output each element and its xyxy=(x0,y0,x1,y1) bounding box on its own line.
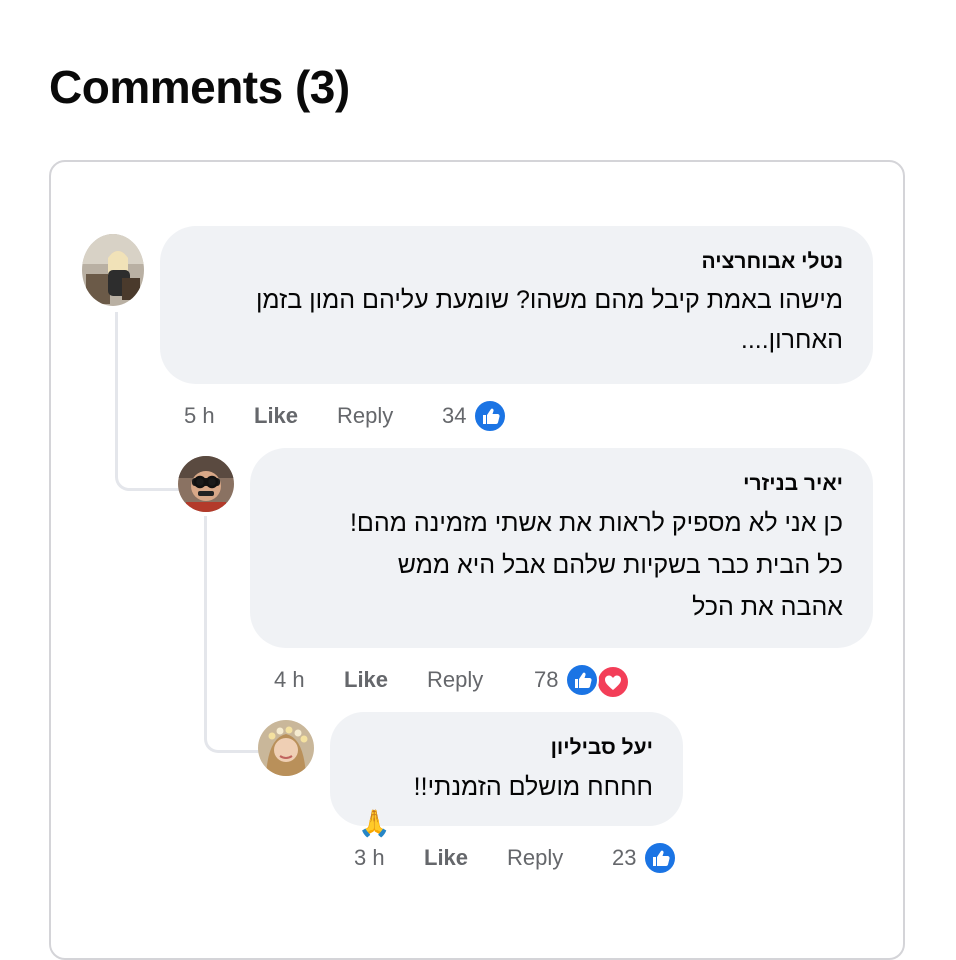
reply-button[interactable]: Reply xyxy=(337,403,393,429)
like-button[interactable]: Like xyxy=(344,667,388,693)
comment-text: מישהו באמת קיבל מהם משהו? שומעת עליהם המ… xyxy=(255,286,843,354)
reaction-count[interactable]: 78 xyxy=(534,667,558,693)
reply-button[interactable]: Reply xyxy=(427,667,483,693)
comment-actions: 3 h Like Reply 23 xyxy=(330,839,710,879)
comment-timestamp[interactable]: 5 h xyxy=(184,403,215,429)
like-icon xyxy=(473,399,507,433)
comment-bubble: נטלי אבוחרציה מישהו באמת קיבל מהם משהו? … xyxy=(160,226,873,384)
comment-bubble: יאיר בניזרי כן אני לא מספיק לראות את אשת… xyxy=(250,448,873,648)
page-title: Comments (3) xyxy=(49,61,350,113)
like-icon xyxy=(565,663,599,697)
comment-author[interactable]: יאיר בניזרי xyxy=(280,470,843,498)
like-icon xyxy=(643,841,677,875)
comment-text: כן אני לא מספיק לראות את אשתי מזמינה מהם… xyxy=(349,509,843,621)
comment-actions: 4 h Like Reply 78 xyxy=(250,661,650,701)
avatar[interactable] xyxy=(258,720,314,776)
comment-author[interactable]: יעל סביליון xyxy=(360,734,653,762)
like-button[interactable]: Like xyxy=(254,403,298,429)
comment-text: חחחח מושלם הזמנתי!! xyxy=(413,773,653,801)
comment-actions: 5 h Like Reply 34 xyxy=(160,397,540,437)
reaction-count[interactable]: 34 xyxy=(442,403,466,429)
love-icon xyxy=(596,665,630,699)
avatar[interactable] xyxy=(82,234,144,306)
comment-timestamp[interactable]: 3 h xyxy=(354,845,385,871)
comment-timestamp[interactable]: 4 h xyxy=(274,667,305,693)
pray-emoji: 🙏 xyxy=(358,808,391,838)
like-button[interactable]: Like xyxy=(424,845,468,871)
comment-author[interactable]: נטלי אבוחרציה xyxy=(190,248,843,276)
avatar[interactable] xyxy=(178,456,234,512)
reaction-count[interactable]: 23 xyxy=(612,845,636,871)
reply-button[interactable]: Reply xyxy=(507,845,563,871)
